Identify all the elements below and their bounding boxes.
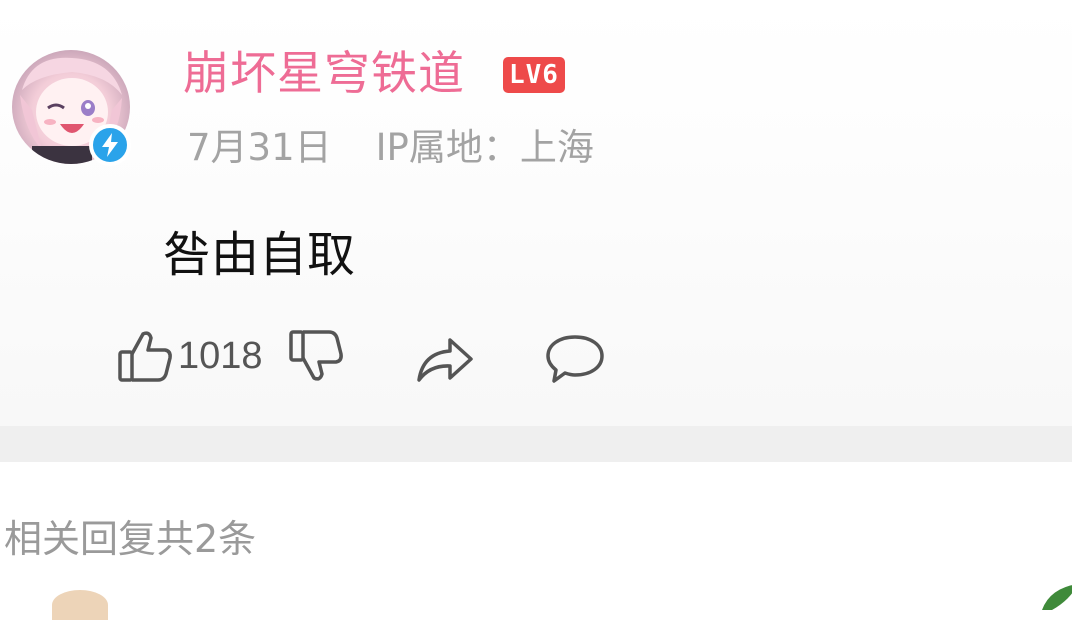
lightning-bolt-icon: [102, 133, 118, 157]
comment-text: 咎由自取: [163, 227, 356, 283]
speech-bubble-icon: [546, 335, 604, 383]
comment-date: 7月31日: [187, 126, 332, 169]
share-arrow-icon: [417, 338, 473, 382]
replies-count-header: 相关回复共2条: [4, 517, 257, 561]
replies-section: 相关回复共2条: [0, 462, 1072, 620]
comment-meta: 7月31日 IP属地：上海: [187, 124, 594, 172]
thumbs-up-icon: [118, 331, 172, 382]
leaf-decoration-icon: [1042, 585, 1072, 610]
next-reply-avatar[interactable]: [52, 590, 108, 620]
dislike-button[interactable]: [287, 328, 345, 384]
username[interactable]: 崩坏星穹铁道: [183, 44, 465, 102]
thumbs-down-icon: [289, 330, 343, 381]
comment-card: 崩坏星穹铁道 LV6 7月31日 IP属地：上海 咎由自取 1018: [0, 0, 1072, 426]
section-divider: [0, 426, 1072, 462]
share-button[interactable]: [414, 333, 476, 385]
ip-location: IP属地：上海: [375, 126, 594, 169]
like-count: 1018: [178, 335, 263, 377]
like-button[interactable]: 1018: [116, 326, 263, 386]
level-badge: LV6: [503, 57, 565, 93]
reply-button[interactable]: [544, 332, 606, 386]
verified-badge: [89, 124, 131, 166]
